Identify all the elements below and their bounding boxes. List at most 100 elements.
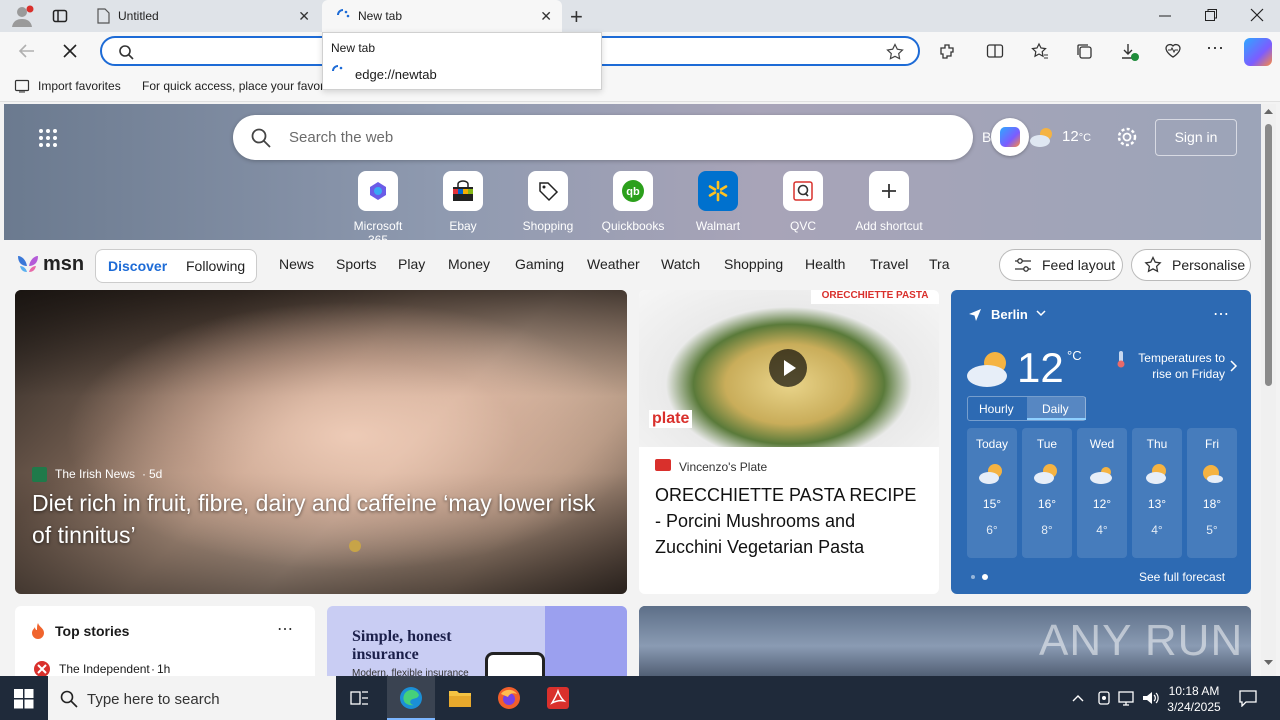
nav-item-travel[interactable]: Travel xyxy=(870,256,908,272)
tab-following[interactable]: Following xyxy=(186,258,245,274)
shortcut-qvc[interactable]: QVC xyxy=(768,171,838,233)
stop-loading-icon[interactable] xyxy=(62,43,78,59)
task-view-icon[interactable] xyxy=(350,689,370,707)
chevron-up-icon[interactable] xyxy=(1072,694,1084,702)
main-story-card[interactable]: The Irish News · 5d Diet rich in fruit, … xyxy=(15,290,627,594)
tab-untitled[interactable]: Untitled ✕ xyxy=(82,0,320,32)
more-options-icon[interactable]: ⋯ xyxy=(277,619,293,639)
scroll-up-icon[interactable] xyxy=(1264,108,1273,114)
story-headline[interactable]: Diet rich in fruit, fibre, dairy and caf… xyxy=(32,487,612,551)
notification-center-icon[interactable] xyxy=(1238,689,1258,707)
nav-item-gaming[interactable]: Gaming xyxy=(515,256,564,272)
video-story-card[interactable]: ANY RUN xyxy=(639,606,1251,676)
day-forecast[interactable]: Wed 12° 4° xyxy=(1077,428,1127,558)
tab-newtab[interactable]: New tab ✕ xyxy=(322,0,562,32)
page-scrollbar[interactable] xyxy=(1261,104,1276,676)
shortcut-ebay[interactable]: Ebay xyxy=(428,171,498,233)
sign-in-button[interactable]: Sign in xyxy=(1155,119,1237,156)
play-button-icon[interactable] xyxy=(769,349,807,387)
import-favorites-link[interactable]: Import favorites xyxy=(38,79,121,93)
dropdown-url[interactable]: edge://newtab xyxy=(355,67,437,82)
taskbar-search-box[interactable]: Type here to search xyxy=(48,676,336,720)
day-forecast[interactable]: Tue 16° 8° xyxy=(1022,428,1072,558)
pasta-story-card[interactable]: ORECCHIETTE PASTA plate Vincenzo's Plate… xyxy=(639,290,939,594)
shortcut-shopping[interactable]: Shopping xyxy=(513,171,583,233)
nav-item-news[interactable]: News xyxy=(279,256,314,272)
downloads-icon[interactable] xyxy=(1120,42,1140,62)
msn-butterfly-icon xyxy=(18,256,38,272)
close-tab-icon[interactable]: ✕ xyxy=(540,8,552,25)
profile-avatar-icon[interactable] xyxy=(10,5,34,27)
restore-icon[interactable] xyxy=(1204,8,1218,22)
story-headline[interactable]: ORECCHIETTE PASTA RECIPE - Porcini Mushr… xyxy=(655,482,927,560)
nav-item-traffic[interactable]: Tra xyxy=(929,256,951,272)
settings-gear-icon[interactable] xyxy=(1116,126,1138,148)
meet-now-icon[interactable] xyxy=(1096,690,1112,706)
nav-item-weather[interactable]: Weather xyxy=(587,256,640,272)
new-tab-button[interactable]: + xyxy=(570,4,583,30)
taskbar-edge[interactable] xyxy=(387,676,435,720)
more-menu-icon[interactable]: ⋯ xyxy=(1206,38,1224,59)
tab-discover[interactable]: Discover xyxy=(108,258,167,274)
taskbar-file-explorer[interactable] xyxy=(436,676,484,720)
favorite-star-icon[interactable] xyxy=(886,43,904,61)
insurance-ad-card[interactable]: Simple, honest insurance Modern, flexibl… xyxy=(327,606,627,676)
nav-item-sports[interactable]: Sports xyxy=(336,256,376,272)
tab-strip: Untitled ✕ New tab ✕ + xyxy=(0,0,1280,32)
taskbar-acrobat[interactable] xyxy=(534,676,582,720)
web-search-box[interactable]: Search the web xyxy=(233,115,973,160)
apps-launcher-icon[interactable] xyxy=(38,128,58,148)
shortcut-microsoft-365[interactable]: Microsoft 365 xyxy=(343,171,413,247)
ebay-bag-icon xyxy=(443,171,483,211)
performance-icon[interactable] xyxy=(1164,42,1182,60)
import-favorites-icon xyxy=(14,79,30,93)
scroll-down-icon[interactable] xyxy=(1264,660,1273,666)
msn-logo[interactable]: msn xyxy=(16,250,84,278)
split-screen-icon[interactable] xyxy=(986,42,1004,60)
pager-dots[interactable] xyxy=(971,574,991,581)
clock-date: 3/24/2025 xyxy=(1167,700,1221,714)
shortcut-quickbooks[interactable]: qb Quickbooks xyxy=(598,171,668,233)
nav-item-shopping[interactable]: Shopping xyxy=(724,256,783,272)
ad-line-1: Simple, honest xyxy=(352,628,452,645)
shortcut-add[interactable]: Add shortcut xyxy=(853,171,925,233)
minimize-icon[interactable] xyxy=(1158,8,1172,22)
copilot-icon[interactable] xyxy=(1244,38,1272,66)
nav-item-money[interactable]: Money xyxy=(448,256,490,272)
day-forecast[interactable]: Today 15° 6° xyxy=(967,428,1017,558)
story-dot: · xyxy=(151,662,155,676)
close-tab-icon[interactable]: ✕ xyxy=(298,8,310,25)
top-stories-title[interactable]: Top stories xyxy=(55,623,129,639)
nav-item-health[interactable]: Health xyxy=(805,256,845,272)
shortcut-walmart[interactable]: Walmart xyxy=(683,171,753,233)
back-icon[interactable] xyxy=(18,42,36,60)
extensions-icon[interactable] xyxy=(938,42,956,60)
taskbar-firefox[interactable] xyxy=(485,676,533,720)
see-full-forecast-link[interactable]: See full forecast xyxy=(1139,570,1225,584)
partly-cloudy-icon xyxy=(979,464,1002,484)
partly-cloudy-icon xyxy=(1030,128,1052,147)
weather-card[interactable]: Berlin ⋯ 12 °C Temperatures to rise on F… xyxy=(951,290,1251,594)
day-forecast[interactable]: Thu 13° 4° xyxy=(1132,428,1182,558)
network-icon[interactable] xyxy=(1118,690,1136,706)
source-logo-icon xyxy=(34,661,50,676)
tab-actions-icon[interactable] xyxy=(52,8,68,24)
collections-icon[interactable] xyxy=(1075,42,1093,60)
pager-dot xyxy=(971,575,975,579)
nav-item-play[interactable]: Play xyxy=(398,256,425,272)
search-placeholder[interactable]: Search the web xyxy=(289,129,393,146)
personalise-button[interactable]: Personalise xyxy=(1131,249,1251,281)
copilot-icon[interactable] xyxy=(991,118,1029,156)
feed-layout-button[interactable]: Feed layout xyxy=(999,249,1123,281)
hero-temp-value: 12 xyxy=(1062,128,1079,145)
volume-icon[interactable] xyxy=(1142,690,1160,706)
day-forecast[interactable]: Fri 18° 5° xyxy=(1187,428,1237,558)
scroll-thumb[interactable] xyxy=(1265,124,1272,386)
nav-item-watch[interactable]: Watch xyxy=(661,256,700,272)
start-button[interactable] xyxy=(14,689,34,709)
close-window-icon[interactable] xyxy=(1250,8,1264,22)
personalise-star-icon xyxy=(1144,256,1162,273)
clock[interactable]: 10:18 AM 3/24/2025 xyxy=(1160,683,1228,715)
shortcut-label: Walmart xyxy=(695,219,741,233)
favorites-icon[interactable] xyxy=(1031,42,1049,60)
